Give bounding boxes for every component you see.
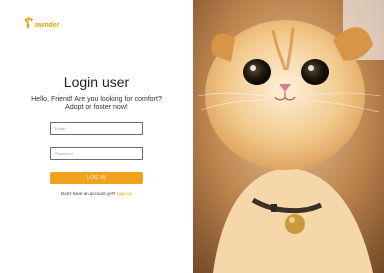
login-panel: awnder Login user Hello, Friend! Are you…: [0, 0, 193, 273]
hero-image: [193, 0, 384, 273]
page-title: Login user: [63, 74, 130, 90]
signup-link[interactable]: Sign up: [117, 191, 132, 196]
password-field[interactable]: [50, 147, 143, 160]
login-button[interactable]: LOG IN: [50, 172, 143, 184]
email-field[interactable]: [50, 122, 143, 135]
cat-photo: [193, 0, 384, 273]
paw-icon: [24, 16, 33, 28]
login-page: awnder Login user Hello, Friend! Are you…: [0, 0, 384, 273]
brand-logo[interactable]: awnder: [24, 16, 60, 29]
no-account-text: Don't have an account yet?: [61, 191, 116, 196]
subtitle-line-1: Hello, Friend! Are you looking for comfo…: [31, 96, 162, 103]
brand-name: awnder: [35, 22, 60, 29]
signup-prompt: Don't have an account yet? Sign up: [0, 191, 193, 196]
subtitle-line-2: Adopt or foster now!: [65, 104, 128, 111]
